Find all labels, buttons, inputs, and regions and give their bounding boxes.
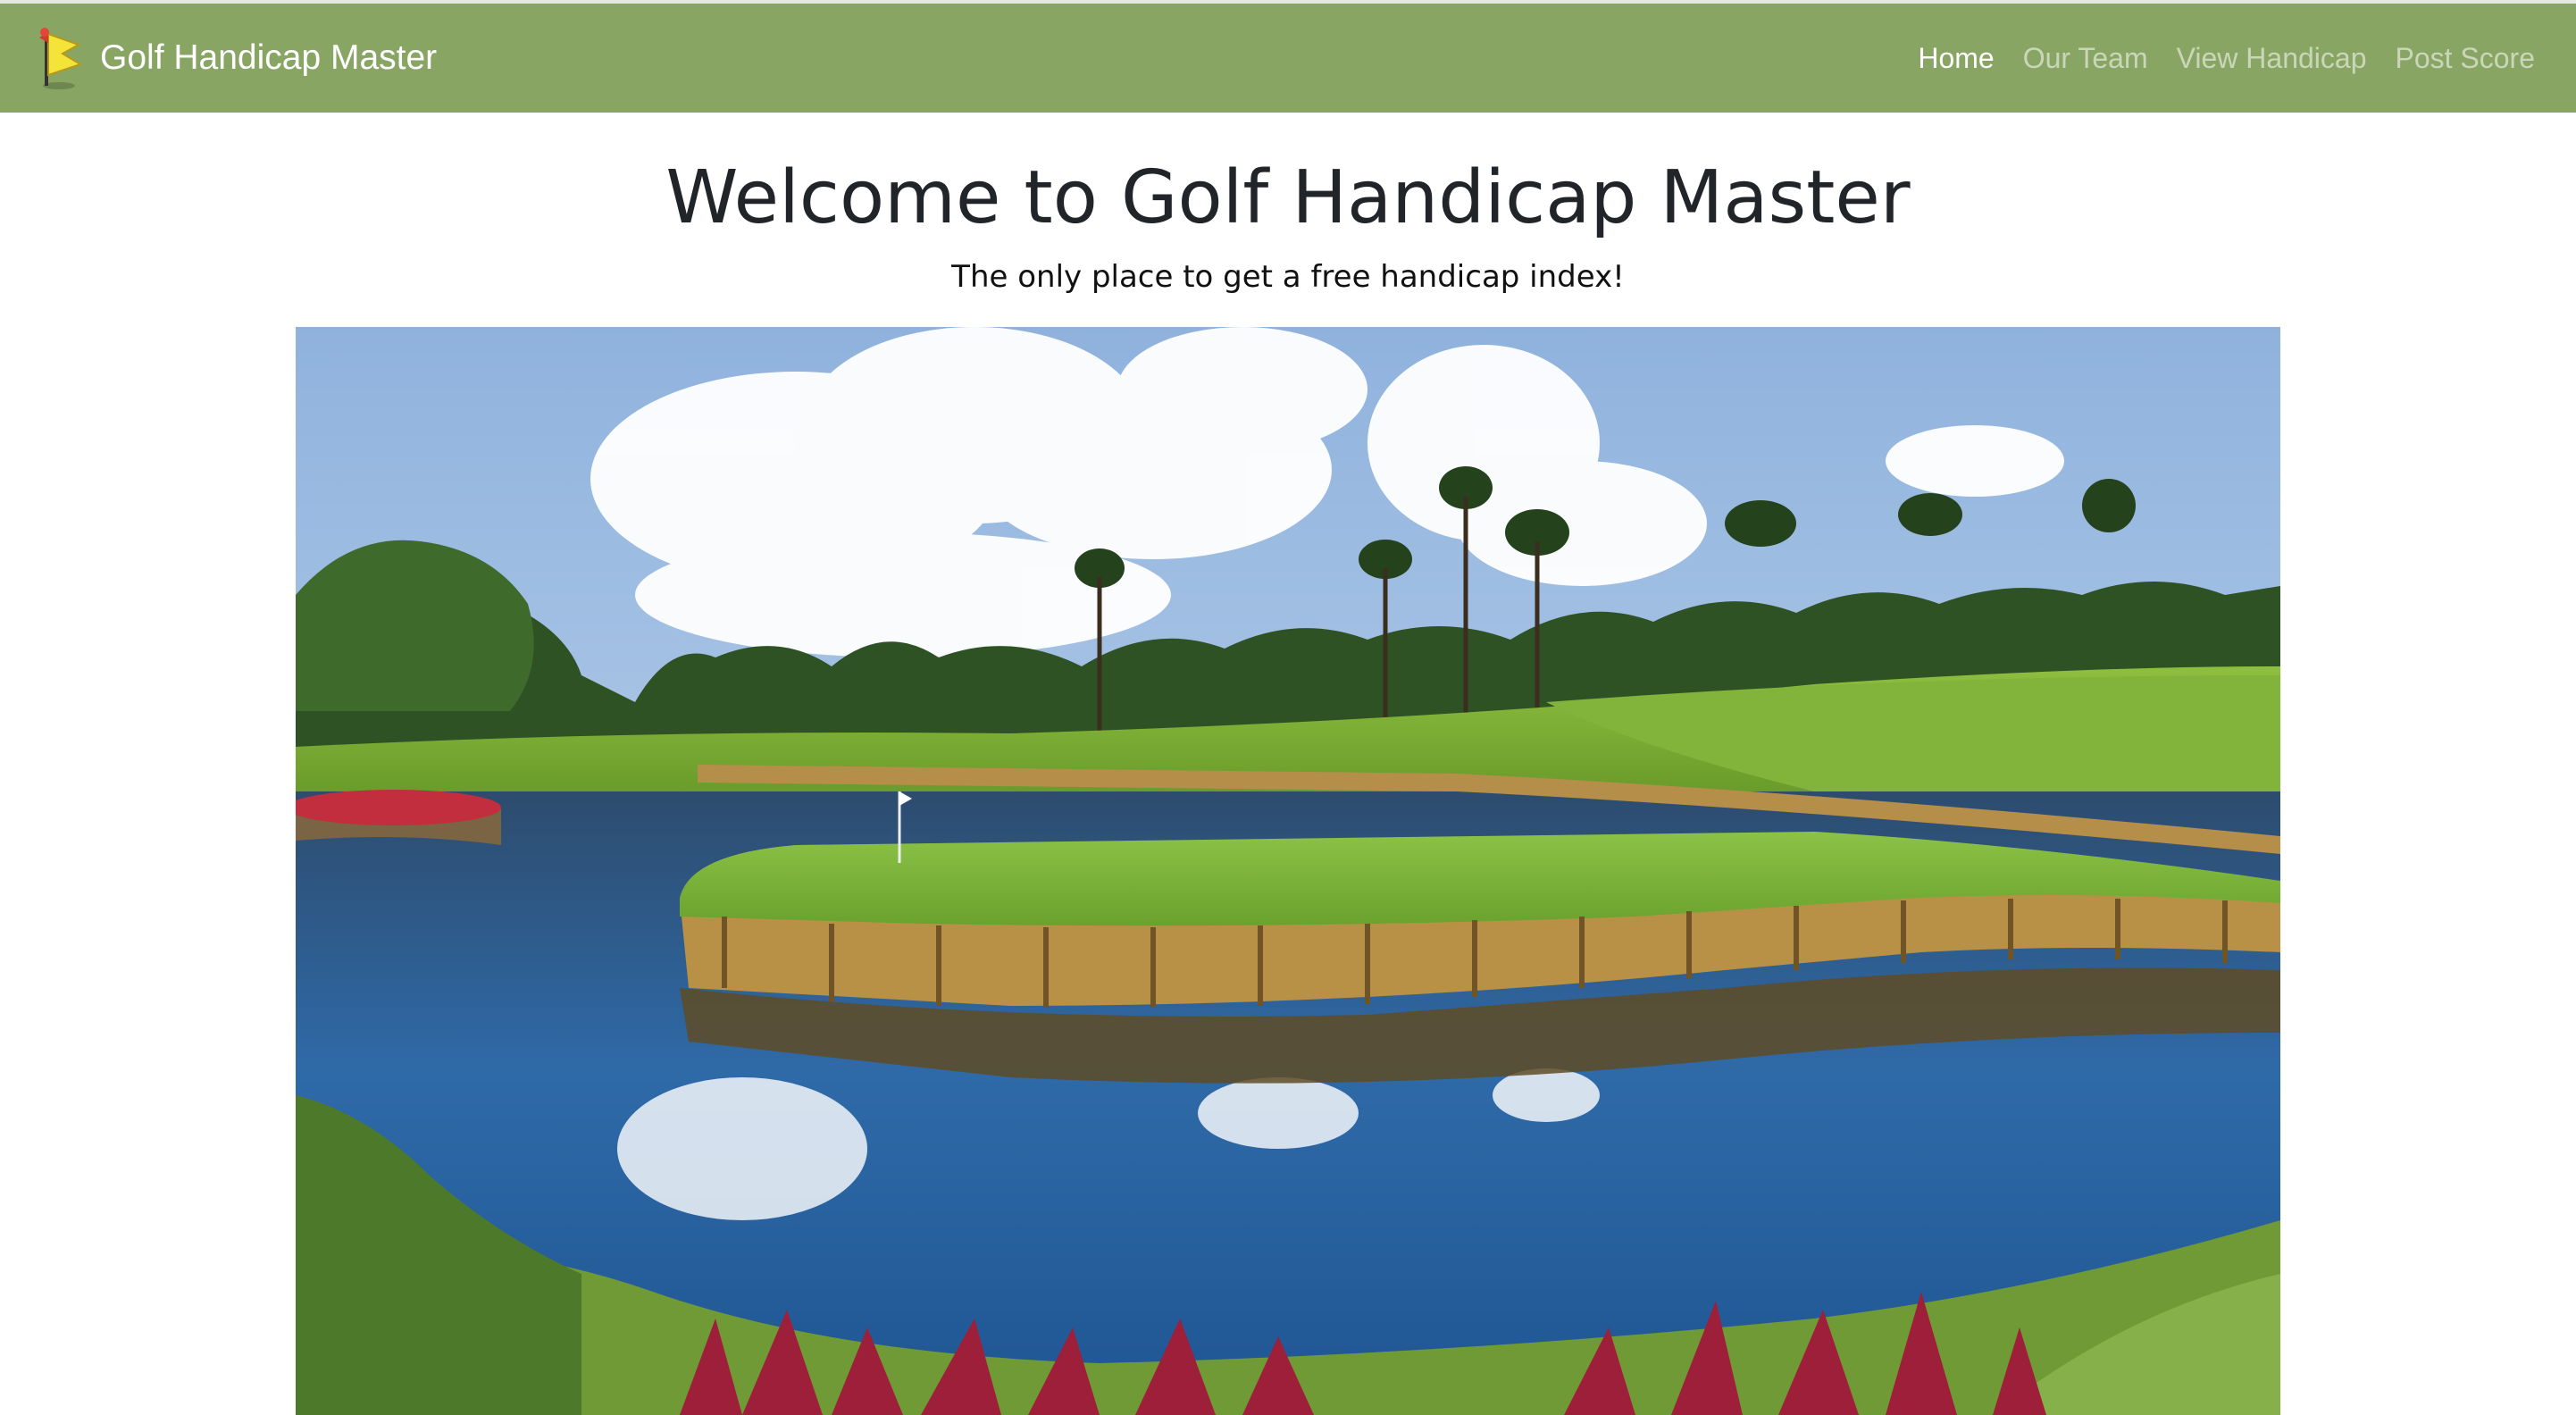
nav-item-home: Home [1918,42,1994,75]
navbar: Golf Handicap Master Home Our Team View … [0,4,2576,113]
page-subtitle: The only place to get a free handicap in… [951,259,1625,295]
page-title: Welcome to Golf Handicap Master [665,155,1911,240]
nav-link-view-handicap[interactable]: View Handicap [2177,42,2367,74]
nav-link-home[interactable]: Home [1918,42,1994,74]
nav-item-post-score: Post Score [2395,42,2535,75]
nav-link-our-team[interactable]: Our Team [2023,42,2148,74]
nav-item-our-team: Our Team [2023,42,2148,75]
golf-course-photo [296,327,2280,1415]
nav-link-post-score[interactable]: Post Score [2395,42,2535,74]
nav-links: Home Our Team View Handicap Post Score [1918,4,2535,113]
brand-name: Golf Handicap Master [100,38,438,77]
brand-link[interactable]: Golf Handicap Master [36,25,437,91]
golf-flag-logo-icon [36,25,86,91]
nav-item-view-handicap: View Handicap [2177,42,2367,75]
